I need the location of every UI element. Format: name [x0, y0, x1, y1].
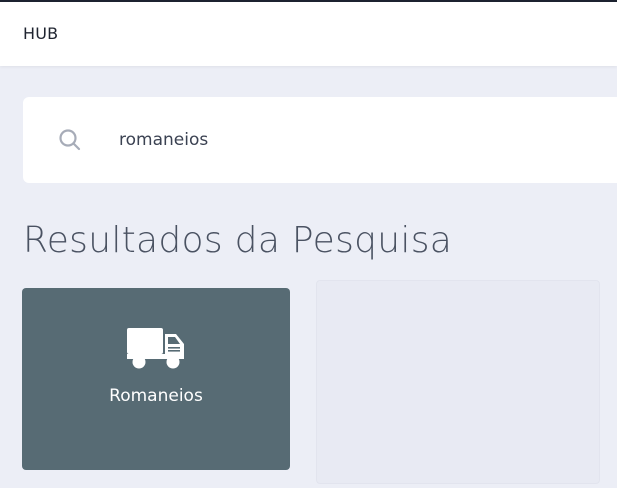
brand-title[interactable]: HUB: [23, 24, 58, 43]
truck-icon: [125, 326, 187, 370]
result-label: Romaneios: [109, 386, 203, 406]
empty-result-slot: [316, 280, 600, 484]
app-header: HUB: [0, 2, 617, 66]
search-input[interactable]: [119, 126, 599, 154]
search-icon[interactable]: [58, 128, 82, 152]
results-title: Resultados da Pesquisa: [23, 220, 453, 261]
result-card-romaneios[interactable]: Romaneios: [22, 288, 290, 470]
